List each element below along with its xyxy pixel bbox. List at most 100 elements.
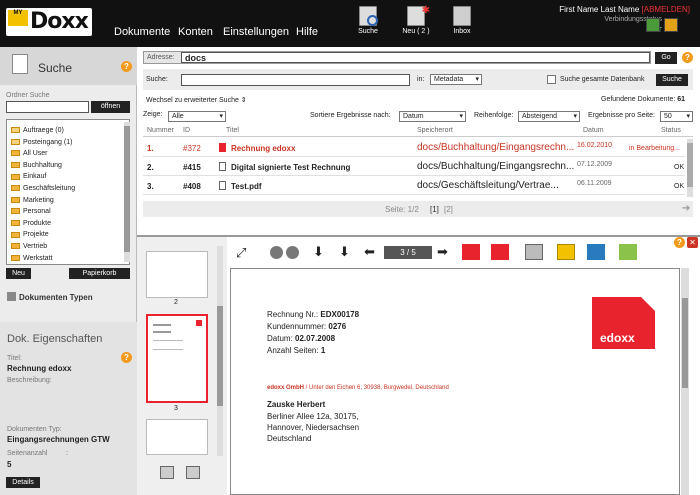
zoom-in-icon[interactable] [286,246,299,259]
xml-icon[interactable] [619,244,637,260]
doc-types-link[interactable]: Dokumenten Typen [19,293,93,302]
help-icon[interactable]: ? [121,61,132,72]
props-help-icon[interactable]: ? [121,352,132,363]
page-counter[interactable]: 3 / 5 [384,246,432,259]
folder-label: All User [23,150,48,158]
rotate-right-icon[interactable]: ⬇ [339,244,350,260]
folder-item[interactable]: Posteingang (1) [7,137,129,149]
doctype-value: Eingangsrechnungen GTW [7,435,110,444]
folder-scrollbar[interactable] [124,122,130,262]
toolbar-search-button[interactable]: Suche [348,6,388,35]
table-header: Nummer ID Titel Speicherort Datum Status [143,125,693,137]
col-nummer[interactable]: Nummer [147,127,174,134]
details-button[interactable]: Details [6,477,40,488]
address-label: Adresse: [147,54,175,61]
perpage-select[interactable]: 50 [660,111,693,122]
trash-button[interactable]: Papierkorb [69,268,130,279]
fullscreen-icon[interactable]: ⤢ [236,245,246,261]
thumbnail-page-4[interactable] [146,419,208,455]
folder-item[interactable]: Einkauf [7,171,129,183]
invoice-date: Datum: 02.07.2008 [267,334,335,343]
col-id[interactable]: ID [183,127,190,134]
copy-icon[interactable] [525,244,543,260]
col-status[interactable]: Status [661,127,681,134]
sender-name: edoxx GmbH [267,385,305,391]
new-document-icon [407,5,430,26]
whole-db-checkbox[interactable] [547,75,556,84]
pager-next[interactable]: [2] [444,205,453,214]
folder-item[interactable]: Vertrieb [7,241,129,253]
toolbar-new-button[interactable]: Neu ( 2 ) [396,5,436,35]
address-help-icon[interactable]: ? [682,52,693,63]
recipient-country: Deutschland [267,434,312,443]
go-button[interactable]: Go [655,52,677,64]
folder-item[interactable]: Personal [7,206,129,218]
pager-current[interactable]: [1] [430,205,439,214]
menu-einstellungen[interactable]: Einstellungen [223,26,289,38]
zoom-out-icon[interactable] [270,246,283,259]
pdf-export-icon[interactable] [462,244,480,260]
sort-select[interactable]: Datum [399,111,466,122]
new-folder-button[interactable]: Neu [6,268,31,279]
logout-link[interactable]: [ABMELDEN] [642,5,690,14]
menu-hilfe[interactable]: Hilfe [296,26,318,38]
row-date: 06.11.2009 [577,180,612,187]
close-icon[interactable]: ✕ [687,237,698,248]
folder-search-input[interactable] [6,101,89,113]
folder-item[interactable]: Auftraege (0) [7,125,129,137]
thumbnail-label: 3 [174,405,178,412]
thumbnail-view-icon[interactable] [160,466,174,479]
thumbnail-page-2[interactable] [146,251,208,298]
folder-item[interactable]: Projekte [7,229,129,241]
next-page-icon[interactable]: ➡ [437,244,448,260]
send-icon[interactable] [587,244,605,260]
folder-item[interactable]: All User [7,148,129,160]
col-datum[interactable]: Datum [583,127,604,134]
folder-item[interactable]: Produkte [7,218,129,230]
page-count-label: Anzahl Seiten: [267,346,319,355]
rotate-left-icon[interactable]: ⬇ [313,244,324,260]
table-row[interactable]: 2. #415 Digital signierte Test Rechnung … [143,158,685,176]
search-button[interactable]: Suche [656,74,688,86]
folder-item[interactable]: Geschäftsleitung [7,183,129,195]
search-scope-select[interactable]: Metadata [430,74,482,85]
sort-label: Sortiere Ergebnisse nach: [310,112,391,119]
lock-icon[interactable] [664,18,678,32]
viewer-scrollbar[interactable] [681,268,689,495]
invoice-date-value: 02.07.2008 [295,334,336,343]
viewer-help-icon[interactable]: ? [674,237,685,248]
order-select[interactable]: Absteigend [518,111,580,122]
col-speicherort[interactable]: Speicherort [417,127,453,134]
folder-item[interactable]: Buchhaltung [7,160,129,172]
search-input[interactable] [181,74,410,86]
page-count: Anzahl Seiten: 1 [267,346,325,355]
table-scrollbar[interactable] [687,139,693,197]
folder-item[interactable]: Werkstatt [7,253,129,264]
user-name: First Name Last Name [559,5,640,14]
toolbar-inbox-button[interactable]: Inbox [442,6,482,35]
address-input[interactable]: docs [181,52,650,63]
menu-dokumente[interactable]: Dokumente [114,26,170,38]
thumbnail-label: 2 [174,299,178,306]
logo-badge: MY [8,10,28,26]
extended-search-link[interactable]: Wechsel zu erweiterter Suche ⇕ [146,96,247,104]
folder-item[interactable]: Marketing [7,195,129,207]
menu-konten[interactable]: Konten [178,26,213,38]
next-page-arrow-icon[interactable]: ➔ [682,203,690,214]
customer-number: Kundennummer: 0276 [267,322,346,331]
show-select[interactable]: Alle [168,111,226,122]
table-row[interactable]: 1. #372 Rechnung edoxx docs/Buchhaltung/… [143,139,685,157]
thumbnail-page-3[interactable] [146,314,208,403]
perpage-label: Ergebnisse pro Seite: [588,112,655,119]
table-row[interactable]: 3. #408 Test.pdf docs/Geschäftsleitung/V… [143,177,685,195]
invoice-number-value: EDX00178 [320,310,360,319]
mail-icon[interactable] [557,244,575,260]
folder-icon [11,150,20,157]
thumbnail-scrollbar[interactable] [217,246,223,456]
page-number-view-icon[interactable] [186,466,200,479]
edoxx-logo-text: edoxx [600,331,635,345]
pdf-multi-icon[interactable] [491,244,509,260]
prev-page-icon[interactable]: ⬅ [364,244,375,260]
col-titel[interactable]: Titel [226,127,239,134]
open-folder-button[interactable]: öffnen [91,101,130,113]
